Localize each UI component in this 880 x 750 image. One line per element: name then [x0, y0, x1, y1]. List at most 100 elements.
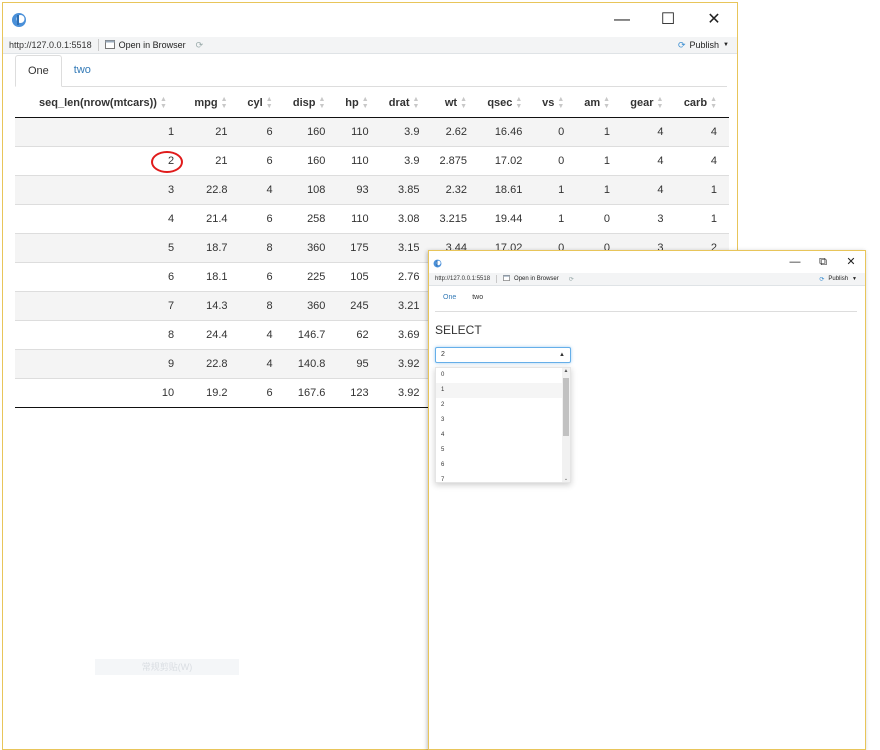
dropdown-option[interactable]: 3 [436, 413, 570, 428]
dropdown-option[interactable]: 0 [436, 368, 570, 383]
table-cell: 21 [186, 117, 240, 147]
table-cell: 167.6 [284, 378, 338, 408]
column-header[interactable]: drat ▲ ▼ [380, 89, 432, 118]
maximize-icon[interactable]: ☐ [645, 3, 691, 37]
secondary-tabs: One two [435, 289, 857, 312]
table-cell: 95 [337, 349, 381, 379]
sort-icon: ▲ ▼ [220, 96, 228, 110]
table-cell: 7 [15, 291, 187, 321]
column-header[interactable]: cyl ▲ ▼ [239, 89, 285, 118]
main-toolbar: http://127.0.0.1:5518 Open in Browser ⟳ … [3, 37, 737, 54]
table-cell: 4 [239, 175, 285, 205]
table-cell: 6 [239, 204, 285, 234]
main-title-bar: — ☐ ✕ [3, 3, 737, 37]
sort-icon: ▲ ▼ [710, 96, 717, 110]
table-cell: 0 [534, 146, 577, 176]
table-cell: 4 [15, 204, 187, 234]
table-cell: 3.92 [380, 349, 432, 379]
dropdown-option[interactable]: 5 [436, 443, 570, 458]
minimize-icon[interactable]: — [781, 251, 809, 273]
column-header[interactable]: gear ▲ ▼ [622, 89, 676, 118]
column-header[interactable]: vs ▲ ▼ [534, 89, 577, 118]
main-tabs: One two [15, 55, 727, 87]
minimize-icon[interactable]: — [599, 3, 645, 37]
table-cell: 1 [675, 175, 729, 205]
scroll-thumb[interactable] [563, 378, 569, 436]
column-header[interactable]: am ▲ ▼ [576, 89, 623, 118]
table-cell: 1 [576, 175, 623, 205]
column-header[interactable]: mpg ▲ ▼ [186, 89, 240, 118]
open-in-browser-button[interactable]: Open in Browser [503, 275, 559, 283]
column-header[interactable]: wt ▲ ▼ [431, 89, 479, 118]
table-cell: 62 [337, 320, 381, 350]
table-cell: 123 [337, 378, 381, 408]
column-header[interactable]: disp ▲ ▼ [284, 89, 338, 118]
column-header[interactable]: hp ▲ ▼ [337, 89, 381, 118]
table-cell: 1 [534, 204, 577, 234]
table-cell: 4 [239, 349, 285, 379]
rstudio-logo-icon [433, 256, 442, 274]
main-window-controls: — ☐ ✕ [599, 3, 737, 37]
tab-two[interactable]: two [62, 55, 103, 87]
table-cell: 21 [186, 146, 240, 176]
publish-label: Publish [689, 40, 720, 50]
table-cell: 6 [239, 262, 285, 292]
table-row: 1 21 6 160 110 3.9 2.62 16.46 0 1 4 4 [15, 117, 729, 147]
table-cell: 6 [239, 117, 285, 147]
table-cell: 2.76 [380, 262, 432, 292]
table-cell: 24.4 [186, 320, 240, 350]
table-cell: 1 [576, 146, 623, 176]
column-header[interactable]: qsec ▲ ▼ [479, 89, 535, 118]
table-cell: 0 [534, 117, 577, 147]
scroll-up-icon[interactable]: ▲ [562, 368, 570, 374]
red-highlight-circle [151, 151, 183, 173]
close-icon[interactable]: ✕ [691, 3, 737, 37]
table-cell: 19.2 [186, 378, 240, 408]
table-cell: 146.7 [284, 320, 338, 350]
chevron-down-icon: ▼ [723, 42, 729, 48]
table-cell: 4 [622, 175, 676, 205]
table-cell: 360 [284, 233, 338, 263]
open-in-browser-button[interactable]: Open in Browser [104, 39, 186, 51]
table-cell: 18.61 [479, 175, 535, 205]
table-cell: 0 [576, 204, 623, 234]
close-icon[interactable]: ✕ [837, 251, 865, 273]
table-cell: 5 [15, 233, 187, 263]
dropdown-option[interactable]: 7 [436, 473, 570, 482]
tab-two[interactable]: two [464, 289, 491, 311]
refresh-icon[interactable]: ⟳ [196, 40, 204, 51]
table-cell: 3.21 [380, 291, 432, 321]
column-header[interactable]: carb ▲ ▼ [675, 89, 729, 118]
table-cell: 8 [239, 233, 285, 263]
select-input[interactable]: 2 ▲ [435, 347, 571, 363]
table-header-row: seq_len(nrow(mtcars)) ▲ ▼ mpg ▲ ▼ cyl ▲ ▼ disp… [15, 89, 729, 118]
sort-icon: ▲ ▼ [361, 96, 369, 110]
tab-one[interactable]: One [15, 55, 62, 87]
url-label: http://127.0.0.1:5518 [9, 40, 92, 50]
table-cell: 3.215 [431, 204, 479, 234]
table-cell: 3.92 [380, 378, 432, 408]
select-label: SELECT [435, 323, 482, 337]
scroll-down-icon[interactable]: ⌄ [562, 476, 570, 482]
restore-icon[interactable]: ⧉ [809, 251, 837, 273]
publish-button[interactable]: ⟳ Publish ▼ [819, 276, 857, 283]
refresh-icon[interactable]: ⟳ [569, 276, 574, 283]
publish-button[interactable]: ⟳ Publish ▼ [678, 40, 729, 51]
tab-one[interactable]: One [435, 289, 465, 311]
table-cell: 110 [337, 204, 381, 234]
table-row: 4 21.4 6 258 110 3.08 3.215 19.44 1 0 3 1 [15, 204, 729, 234]
table-cell: 17.02 [479, 146, 535, 176]
dropdown-option[interactable]: 1 [436, 383, 570, 398]
toolbar-divider [97, 39, 99, 51]
dropdown-option[interactable]: 6 [436, 458, 570, 473]
dropdown-scrollbar[interactable]: ▲ ⌄ [562, 368, 570, 482]
column-header[interactable]: seq_len(nrow(mtcars)) ▲ ▼ [15, 89, 187, 118]
sort-icon: ▲ ▼ [557, 96, 565, 110]
dropdown-option[interactable]: 2 [436, 398, 570, 413]
table-cell: 4 [675, 146, 729, 176]
table-cell: 160 [284, 146, 338, 176]
dropdown-option[interactable]: 4 [436, 428, 570, 443]
table-cell: 175 [337, 233, 381, 263]
table-cell: 108 [284, 175, 338, 205]
sort-icon: ▲ ▼ [318, 96, 326, 110]
